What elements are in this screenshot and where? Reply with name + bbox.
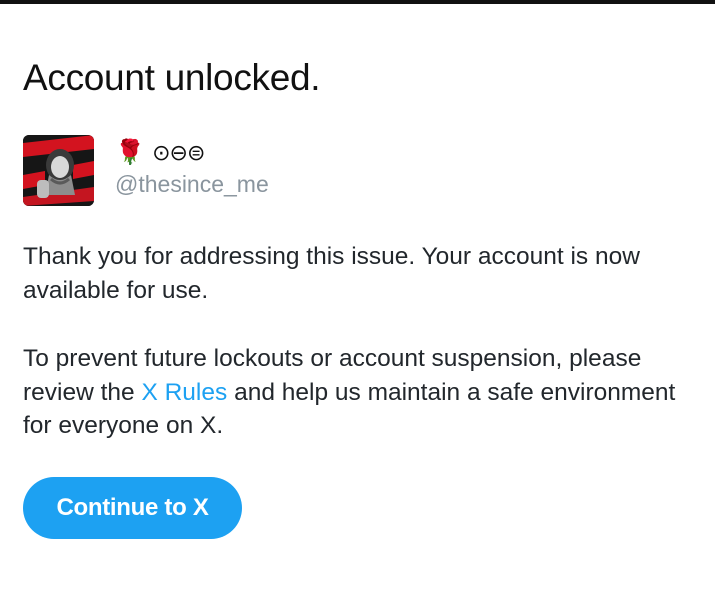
display-name-symbols: ⊙⊖⊜ [152,141,205,166]
account-unlocked-page: Account unlocked. 🌹 ⊙⊖⊜ @thesince_me Tha… [0,0,715,604]
unlock-message: Thank you for addressing this issue. You… [23,243,640,304]
avatar [23,135,94,206]
avatar-image [23,135,94,206]
rose-emoji-icon: 🌹 [115,138,145,166]
continue-button[interactable]: Continue to X [23,477,242,539]
user-handle: @thesince_me [115,171,269,197]
page-title: Account unlocked. [23,57,321,98]
rules-reminder: To prevent future lockouts or account su… [23,342,703,443]
display-name: 🌹 ⊙⊖⊜ [115,136,205,169]
x-rules-link[interactable]: X Rules [141,379,227,406]
account-profile: 🌹 ⊙⊖⊜ @thesince_me [23,135,623,207]
